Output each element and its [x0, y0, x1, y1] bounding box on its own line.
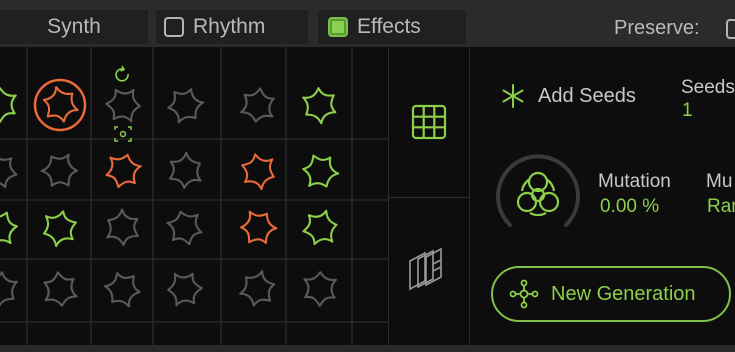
mutation-label: Mutation	[598, 171, 671, 192]
rhythm-checkbox[interactable]	[164, 17, 184, 37]
seed-cell[interactable]	[163, 149, 207, 192]
grid-icon[interactable]	[409, 102, 449, 142]
divider	[389, 197, 469, 198]
view-switcher	[388, 47, 469, 345]
add-seeds-label: Add Seeds	[538, 84, 636, 107]
seed-cell[interactable]	[167, 272, 203, 307]
molecule-icon	[509, 279, 539, 309]
mutation-mode-value[interactable]: Rar	[707, 196, 735, 218]
seed-cell[interactable]	[0, 152, 20, 190]
seed-cell[interactable]	[237, 150, 279, 191]
seed-cell[interactable]	[0, 206, 21, 250]
seed-cell[interactable]	[301, 209, 340, 246]
seed-cell[interactable]	[303, 271, 337, 307]
seed-cell[interactable]	[165, 208, 204, 249]
seed-cell[interactable]	[103, 151, 143, 192]
top-bar: Synth Rhythm Effects Preserve:	[0, 0, 735, 47]
preserve-label: Preserve:	[614, 17, 700, 39]
seed-cell[interactable]	[100, 266, 146, 312]
generation-panel: Add Seeds Seeds 1 Mutation 0.00 % Mu Rar	[469, 47, 735, 345]
seed-cell[interactable]	[299, 149, 341, 192]
tab-synth[interactable]: Synth	[0, 10, 148, 44]
new-generation-button[interactable]: New Generation	[491, 266, 731, 322]
seed-cell[interactable]	[0, 266, 23, 311]
new-generation-label: New Generation	[551, 282, 696, 305]
tab-synth-label: Synth	[47, 15, 101, 38]
seed-cell[interactable]	[38, 148, 82, 193]
seed-cell[interactable]	[162, 82, 208, 128]
add-seeds-button[interactable]: Add Seeds	[500, 83, 636, 109]
asterisk-icon	[502, 84, 524, 108]
seeds-count-label: Seeds	[681, 77, 735, 98]
tab-effects-label: Effects	[357, 15, 421, 38]
seed-cell[interactable]	[235, 266, 281, 312]
tab-effects[interactable]: Effects	[318, 10, 466, 44]
mutation-value[interactable]: 0.00 %	[600, 196, 659, 218]
seed-grid	[0, 47, 388, 345]
tab-rhythm[interactable]: Rhythm	[156, 10, 308, 44]
stacked-layers-icon[interactable]	[405, 247, 451, 293]
seed-cell[interactable]	[33, 78, 87, 132]
effects-checkbox[interactable]	[328, 17, 348, 37]
biohazard-icon	[516, 171, 560, 217]
bottom-border	[0, 345, 735, 352]
seeds-count-value: 1	[682, 100, 693, 121]
seed-cell[interactable]	[297, 82, 343, 127]
main-panel: Add Seeds Seeds 1 Mutation 0.00 % Mu Rar	[0, 47, 735, 345]
preserve-checkbox[interactable]	[726, 19, 735, 39]
seed-cell[interactable]	[42, 270, 78, 307]
seed-grid-canvas	[0, 47, 388, 345]
seed-cell[interactable]	[101, 206, 145, 250]
seed-cell[interactable]	[39, 208, 81, 249]
seed-cell[interactable]	[240, 86, 276, 124]
seed-cell[interactable]	[0, 87, 17, 123]
tab-rhythm-label: Rhythm	[193, 15, 266, 38]
seed-cell[interactable]	[105, 88, 141, 123]
mutation-mode-label: Mu	[706, 171, 733, 192]
mutation-knob[interactable]	[488, 145, 588, 245]
seed-cell[interactable]	[236, 205, 281, 250]
refresh-icon[interactable]	[115, 65, 129, 82]
